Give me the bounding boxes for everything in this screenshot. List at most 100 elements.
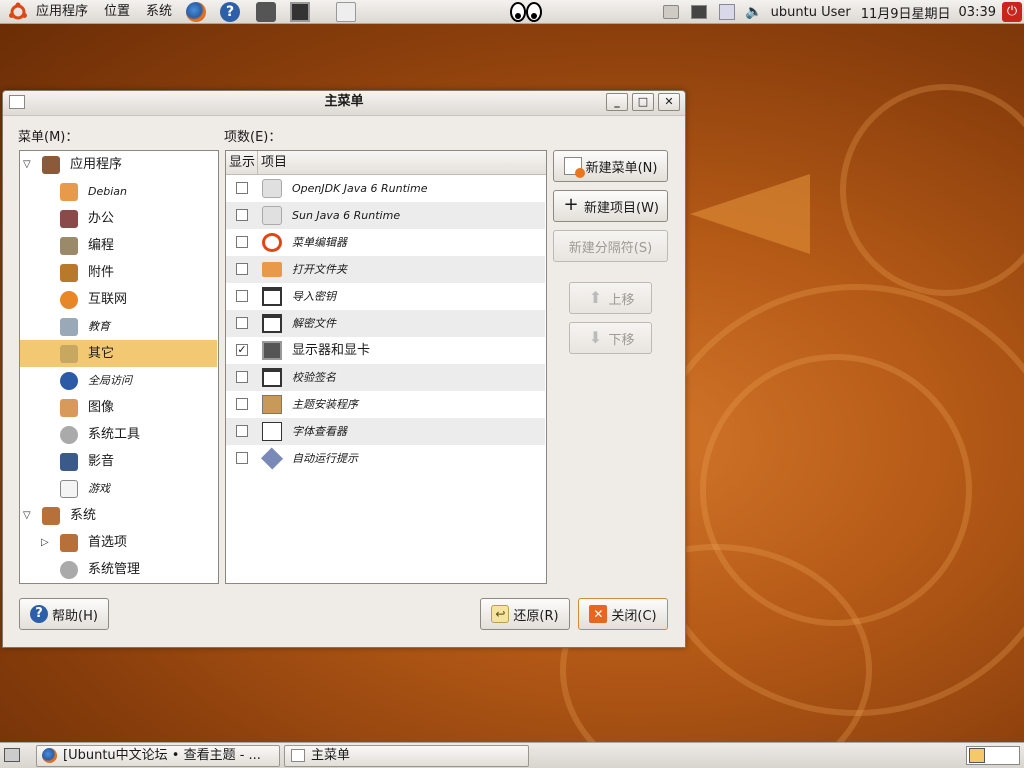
list-item[interactable]: 解密文件 bbox=[226, 310, 545, 337]
tree-item-preferences[interactable]: ▷ 首选项 bbox=[20, 529, 217, 556]
tree-label: 编程 bbox=[88, 238, 115, 253]
menu-applications[interactable]: 应用程序 bbox=[34, 0, 96, 24]
tree-item-accessibility[interactable]: 全局访问 bbox=[20, 367, 217, 394]
tree-item-system-tools[interactable]: 系统工具 bbox=[20, 421, 217, 448]
system-icon bbox=[42, 507, 60, 525]
games-icon bbox=[60, 480, 78, 498]
tree-item-other[interactable]: 其它 bbox=[20, 340, 217, 367]
tree-item-programming[interactable]: 编程 bbox=[20, 232, 217, 259]
workspace-switcher[interactable] bbox=[966, 746, 1020, 765]
close-button[interactable]: ✕ 关闭(C) bbox=[578, 598, 668, 630]
show-checkbox[interactable] bbox=[236, 209, 248, 221]
terminal-icon[interactable] bbox=[290, 1, 311, 22]
tree-item-applications[interactable]: ▽ 应用程序 bbox=[20, 151, 217, 178]
help-icon[interactable]: ? bbox=[220, 1, 241, 22]
show-checkbox[interactable] bbox=[236, 425, 248, 437]
tree-item-debian[interactable]: Debian bbox=[20, 178, 217, 205]
volume-icon[interactable]: 🔈 bbox=[745, 4, 762, 20]
trash-icon[interactable] bbox=[336, 1, 357, 22]
tree-label: 附件 bbox=[88, 265, 115, 280]
tree-item-system[interactable]: ▽ 系统 bbox=[20, 502, 217, 529]
column-show[interactable]: 显示 bbox=[226, 151, 258, 175]
title-bar[interactable]: 主菜单 _ □ ✕ bbox=[3, 91, 685, 116]
list-item[interactable]: ✓ 显示器和显卡 bbox=[226, 337, 545, 364]
menu-places[interactable]: 位置 bbox=[96, 0, 138, 24]
show-checkbox[interactable] bbox=[236, 317, 248, 329]
show-checkbox[interactable] bbox=[236, 398, 248, 410]
new-item-button[interactable]: + 新建项目(W) bbox=[553, 190, 668, 222]
printer-icon[interactable] bbox=[663, 5, 680, 19]
tree-item-administration[interactable]: 系统管理 bbox=[20, 556, 217, 583]
list-item[interactable]: 菜单编辑器 bbox=[226, 229, 545, 256]
tree-label: 系统工具 bbox=[88, 427, 141, 442]
tree-label: 系统管理 bbox=[88, 562, 141, 577]
button-label: 关闭(C) bbox=[611, 608, 657, 624]
expander-icon[interactable]: ▽ bbox=[23, 502, 31, 529]
list-item[interactable]: 导入密钥 bbox=[226, 283, 545, 310]
ubuntu-logo-icon[interactable] bbox=[8, 2, 28, 22]
item-label: 显示器和显卡 bbox=[292, 343, 371, 358]
column-item[interactable]: 项目 bbox=[258, 151, 546, 175]
show-checkbox[interactable] bbox=[236, 371, 248, 383]
minimize-button[interactable]: _ bbox=[606, 93, 628, 111]
taskbar-firefox[interactable]: [Ubuntu中文论坛 • 查看主题 - ... bbox=[36, 745, 280, 767]
new-separator-button[interactable]: 新建分隔符(S) bbox=[553, 230, 668, 262]
multimedia-icon bbox=[60, 453, 78, 471]
clock-date[interactable]: 11月9日星期日 bbox=[861, 3, 951, 22]
screenshot-icon[interactable] bbox=[256, 1, 277, 22]
window-title: 主菜单 bbox=[324, 94, 364, 109]
tree-item-multimedia[interactable]: 影音 bbox=[20, 448, 217, 475]
button-label: 还原(R) bbox=[513, 608, 559, 624]
tree-label: 其它 bbox=[88, 346, 115, 361]
menu-system[interactable]: 系统 bbox=[138, 0, 180, 24]
button-label: 上移 bbox=[608, 292, 635, 308]
list-item[interactable]: 主题安装程序 bbox=[226, 391, 545, 418]
firefox-icon[interactable] bbox=[186, 1, 207, 22]
list-item[interactable]: Sun Java 6 Runtime bbox=[226, 202, 545, 229]
show-checkbox[interactable] bbox=[236, 452, 248, 464]
tree-item-internet[interactable]: 互联网 bbox=[20, 286, 217, 313]
tree-item-games[interactable]: 游戏 bbox=[20, 475, 217, 502]
shutdown-icon[interactable]: ⏻ bbox=[1002, 2, 1022, 22]
show-desktop-icon[interactable] bbox=[4, 748, 20, 762]
show-checkbox[interactable] bbox=[236, 263, 248, 275]
expander-icon[interactable]: ▽ bbox=[23, 151, 31, 178]
items-label: 项数(E)： bbox=[224, 130, 282, 145]
show-checkbox[interactable] bbox=[236, 290, 248, 302]
tree-item-education[interactable]: 教育 bbox=[20, 313, 217, 340]
show-checkbox[interactable] bbox=[236, 182, 248, 194]
applications-icon bbox=[42, 156, 60, 174]
item-label: 菜单编辑器 bbox=[292, 236, 347, 249]
list-item[interactable]: 自动运行提示 bbox=[226, 445, 545, 472]
tree-item-graphics[interactable]: 图像 bbox=[20, 394, 217, 421]
office-icon bbox=[60, 210, 78, 228]
tree-item-accessories[interactable]: 附件 bbox=[20, 259, 217, 286]
update-icon[interactable] bbox=[719, 4, 736, 20]
clock-time[interactable]: 03:39 bbox=[959, 5, 996, 20]
revert-icon: ↩ bbox=[491, 605, 510, 623]
tree-item-office[interactable]: 办公 bbox=[20, 205, 217, 232]
list-item[interactable]: OpenJDK Java 6 Runtime bbox=[226, 175, 545, 202]
revert-button[interactable]: ↩ 还原(R) bbox=[480, 598, 570, 630]
help-button[interactable]: ? 帮助(H) bbox=[19, 598, 109, 630]
menu-tree[interactable]: ▽ 应用程序 Debian 办公 编程 附件 互联网 教育 其它 全局访问 图像… bbox=[19, 150, 219, 584]
bottom-panel: [Ubuntu中文论坛 • 查看主题 - ... 主菜单 bbox=[0, 742, 1024, 768]
list-item[interactable]: 字体查看器 bbox=[226, 418, 545, 445]
network-icon[interactable] bbox=[691, 5, 708, 19]
move-up-button[interactable]: ⬆ 上移 bbox=[569, 282, 652, 314]
expander-icon[interactable]: ▷ bbox=[41, 529, 49, 556]
list-item[interactable]: 打开文件夹 bbox=[226, 256, 545, 283]
workspace-1[interactable] bbox=[969, 748, 985, 763]
show-checkbox[interactable] bbox=[236, 236, 248, 248]
item-label: 导入密钥 bbox=[292, 290, 336, 303]
taskbar-main-menu[interactable]: 主菜单 bbox=[284, 745, 529, 767]
user-name[interactable]: ubuntu User bbox=[771, 5, 851, 20]
show-checkbox[interactable]: ✓ bbox=[236, 344, 248, 356]
move-down-button[interactable]: ⬇ 下移 bbox=[569, 322, 652, 354]
close-window-button[interactable]: ✕ bbox=[658, 93, 680, 111]
new-menu-button[interactable]: 新建菜单(N) bbox=[553, 150, 668, 182]
tree-label: 影音 bbox=[88, 454, 115, 469]
items-list[interactable]: 显示 项目 OpenJDK Java 6 Runtime Sun Java 6 … bbox=[225, 150, 547, 584]
maximize-button[interactable]: □ bbox=[632, 93, 654, 111]
list-item[interactable]: 校验签名 bbox=[226, 364, 545, 391]
